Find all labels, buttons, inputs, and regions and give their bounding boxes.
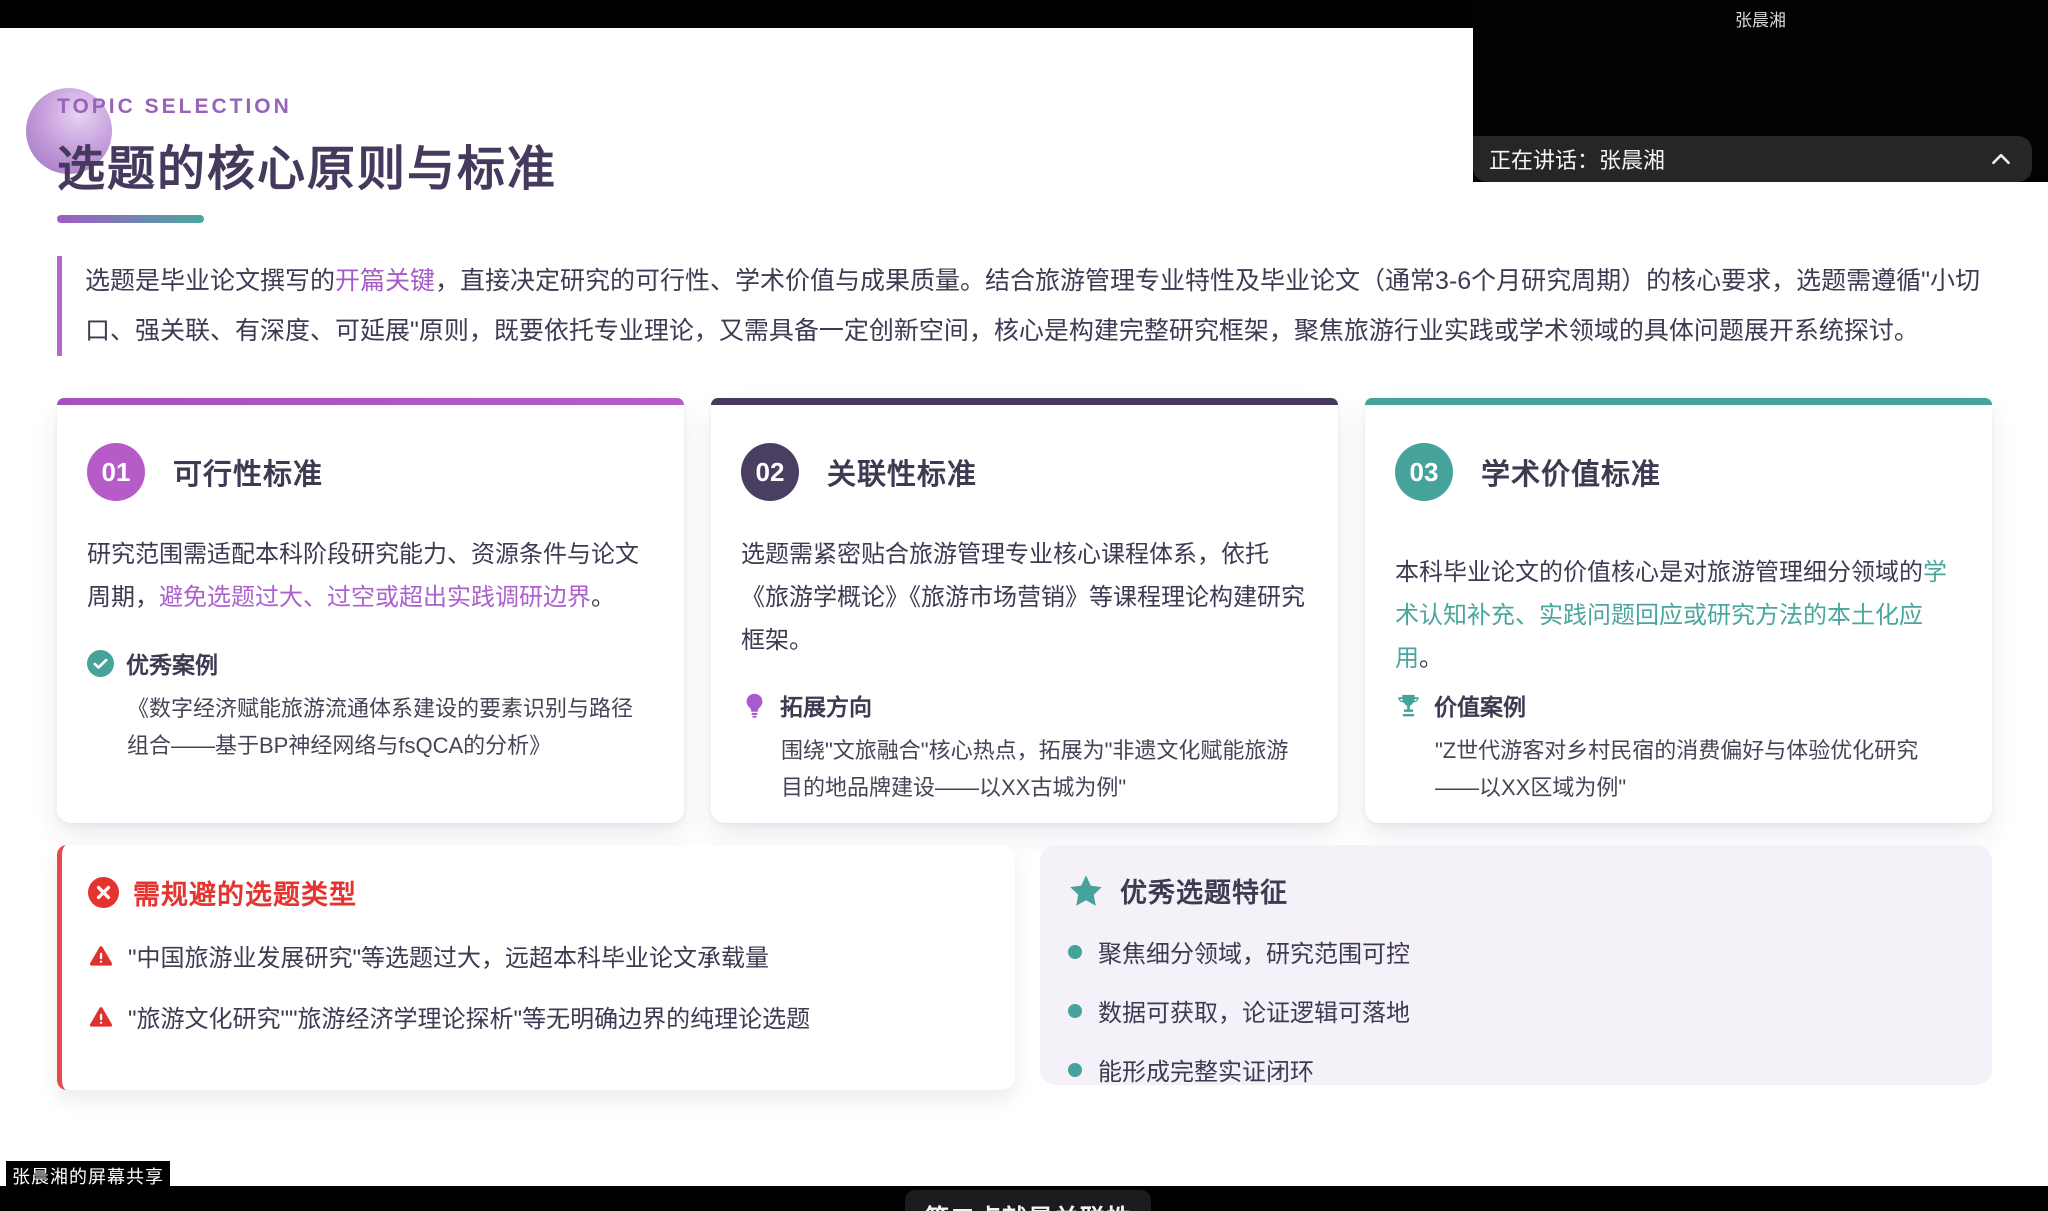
card-title: 可行性标准 [173, 451, 323, 493]
card-body: 本科毕业论文的价值核心是对旅游管理细分领域的学术认知补充、实践问题回应或研究方法… [1395, 551, 1964, 680]
card-number-badge: 01 [87, 443, 145, 501]
check-circle-icon [87, 650, 114, 677]
x-circle-icon [88, 877, 119, 908]
meeting-screen-share: TOPIC SELECTION 选题的核心原则与标准 选题是毕业论文撰写的开篇关… [0, 0, 2048, 1211]
example-section: 价值案例 "Z世代游客对乡村民宿的消费偏好与体验优化研究——以XX区域为例" [1395, 688, 1966, 806]
example-head: 价值案例 [1395, 688, 1966, 722]
card-head: 03 学术价值标准 [1395, 443, 1964, 501]
example-label: 价值案例 [1434, 688, 1526, 722]
avoid-topics-card: 需规避的选题类型 "中国旅游业发展研究"等选题过大，远超本科毕业论文承载量 "旅… [57, 845, 1015, 1090]
card-head: 01 可行性标准 [87, 443, 656, 501]
good-topic-features-card: 优秀选题特征 聚焦细分领域，研究范围可控 数据可获取，论证逻辑可落地 能形成完整… [1040, 845, 1992, 1085]
example-head: 优秀案例 [87, 646, 658, 680]
avoid-item-text: "旅游文化研究""旅游经济学理论探析"等无明确边界的纯理论选题 [128, 999, 810, 1034]
card-relevance: 02 关联性标准 选题需紧密贴合旅游管理专业核心课程体系，依托《旅游学概论》《旅… [711, 398, 1338, 823]
card-number-badge: 02 [741, 443, 799, 501]
participant-video-tile[interactable]: 张晨湘 正在讲话：张晨湘 [1473, 0, 2048, 182]
feature-item-text: 能形成完整实证闭环 [1098, 1052, 1314, 1087]
card-body-post: 。 [1419, 645, 1443, 672]
title-underline [57, 215, 204, 223]
live-caption-text: 第二点就是关联性 [924, 1190, 1132, 1211]
example-text: 围绕"文旅融合"核心热点，拓展为"非遗文化赋能旅游目的地品牌建设——以XX古城为… [781, 732, 1306, 806]
card-body-pre: 选题需紧密贴合旅游管理专业核心课程体系，依托《旅游学概论》《旅游市场营销》等课程… [741, 541, 1305, 654]
live-caption-box: 第二点就是关联性 [905, 1190, 1151, 1211]
feature-item: 数据可获取，论证逻辑可落地 [1068, 993, 1972, 1028]
avoid-head: 需规避的选题类型 [88, 873, 995, 912]
active-speaker-bar[interactable]: 正在讲话：张晨湘 [1473, 136, 2032, 182]
feature-item-text: 聚焦细分领域，研究范围可控 [1098, 934, 1410, 969]
avoid-item-text: "中国旅游业发展研究"等选题过大，远超本科毕业论文承载量 [128, 938, 769, 973]
card-body-post: 。 [591, 584, 615, 611]
example-label: 拓展方向 [780, 688, 872, 722]
features-head: 优秀选题特征 [1068, 871, 1972, 910]
card-title: 学术价值标准 [1481, 451, 1661, 493]
example-head: 拓展方向 [741, 688, 1312, 722]
card-body-highlight: 避免选题过大、过空或超出实践调研边界 [159, 584, 591, 611]
card-body: 选题需紧密贴合旅游管理专业核心课程体系，依托《旅游学概论》《旅游市场营销》等课程… [741, 533, 1310, 662]
card-number-badge: 03 [1395, 443, 1453, 501]
avoid-item: "中国旅游业发展研究"等选题过大，远超本科毕业论文承载量 [88, 938, 995, 973]
star-icon [1068, 873, 1104, 909]
bullet-dot-icon [1068, 945, 1082, 959]
bullet-dot-icon [1068, 1063, 1082, 1077]
avoid-title: 需规避的选题类型 [133, 873, 357, 912]
trophy-icon [1395, 692, 1422, 719]
slide-header: TOPIC SELECTION 选题的核心原则与标准 [57, 95, 557, 223]
bullet-dot-icon [1068, 1004, 1082, 1018]
participant-name: 张晨湘 [1473, 6, 2048, 31]
card-feasibility: 01 可行性标准 研究范围需适配本科阶段研究能力、资源条件与论文周期，避免选题过… [57, 398, 684, 823]
card-head: 02 关联性标准 [741, 443, 1310, 501]
card-body-pre: 本科毕业论文的价值核心是对旅游管理细分领域的 [1395, 559, 1923, 586]
features-title: 优秀选题特征 [1120, 871, 1288, 910]
card-academic-value: 03 学术价值标准 本科毕业论文的价值核心是对旅游管理细分领域的学术认知补充、实… [1365, 398, 1992, 823]
example-label: 优秀案例 [126, 646, 218, 680]
chevron-up-icon[interactable] [1988, 146, 2014, 172]
warning-triangle-icon [88, 943, 114, 969]
card-title: 关联性标准 [827, 451, 977, 493]
feature-item: 能形成完整实证闭环 [1068, 1052, 1972, 1087]
example-text: "Z世代游客对乡村民宿的消费偏好与体验优化研究——以XX区域为例" [1435, 732, 1960, 806]
lightbulb-icon [741, 692, 768, 719]
intro-highlight: 开篇关键 [335, 267, 435, 295]
feature-item-text: 数据可获取，论证逻辑可落地 [1098, 993, 1410, 1028]
criteria-cards-row: 01 可行性标准 研究范围需适配本科阶段研究能力、资源条件与论文周期，避免选题过… [57, 398, 1992, 823]
warning-triangle-icon [88, 1004, 114, 1030]
page-title: 选题的核心原则与标准 [57, 129, 557, 199]
avoid-item: "旅游文化研究""旅游经济学理论探析"等无明确边界的纯理论选题 [88, 999, 995, 1034]
card-body: 研究范围需适配本科阶段研究能力、资源条件与论文周期，避免选题过大、过空或超出实践… [87, 533, 656, 619]
active-speaker-label: 正在讲话：张晨湘 [1473, 143, 1988, 175]
example-section: 拓展方向 围绕"文旅融合"核心热点，拓展为"非遗文化赋能旅游目的地品牌建设——以… [741, 688, 1312, 806]
slide-eyebrow: TOPIC SELECTION [57, 95, 557, 119]
intro-paragraph: 选题是毕业论文撰写的开篇关键，直接决定研究的可行性、学术价值与成果质量。结合旅游… [57, 256, 2000, 356]
example-text: 《数字经济赋能旅游流通体系建设的要素识别与路径组合——基于BP神经网络与fsQC… [127, 690, 652, 764]
intro-text-pre: 选题是毕业论文撰写的 [85, 267, 335, 295]
feature-item: 聚焦细分领域，研究范围可控 [1068, 934, 1972, 969]
example-section: 优秀案例 《数字经济赋能旅游流通体系建设的要素识别与路径组合——基于BP神经网络… [87, 646, 658, 764]
